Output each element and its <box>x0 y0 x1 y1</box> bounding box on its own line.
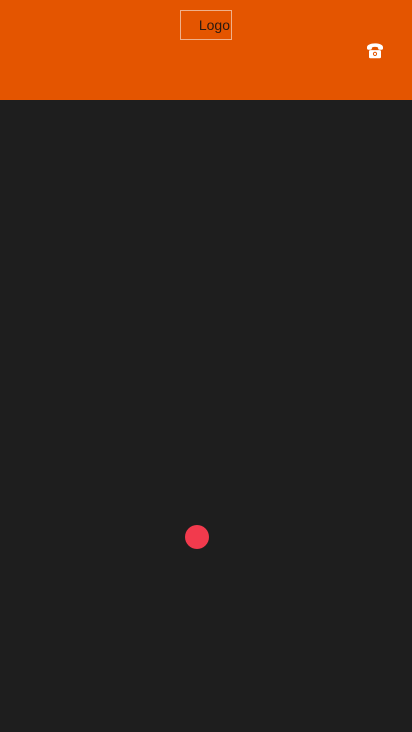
call-button[interactable] <box>363 39 387 61</box>
logo-text: Logo <box>198 17 230 33</box>
logo[interactable]: Logo <box>180 10 232 40</box>
app-header: Logo <box>0 0 412 100</box>
loading-indicator <box>185 525 209 549</box>
main-content <box>0 100 412 732</box>
telephone-icon <box>367 42 383 58</box>
